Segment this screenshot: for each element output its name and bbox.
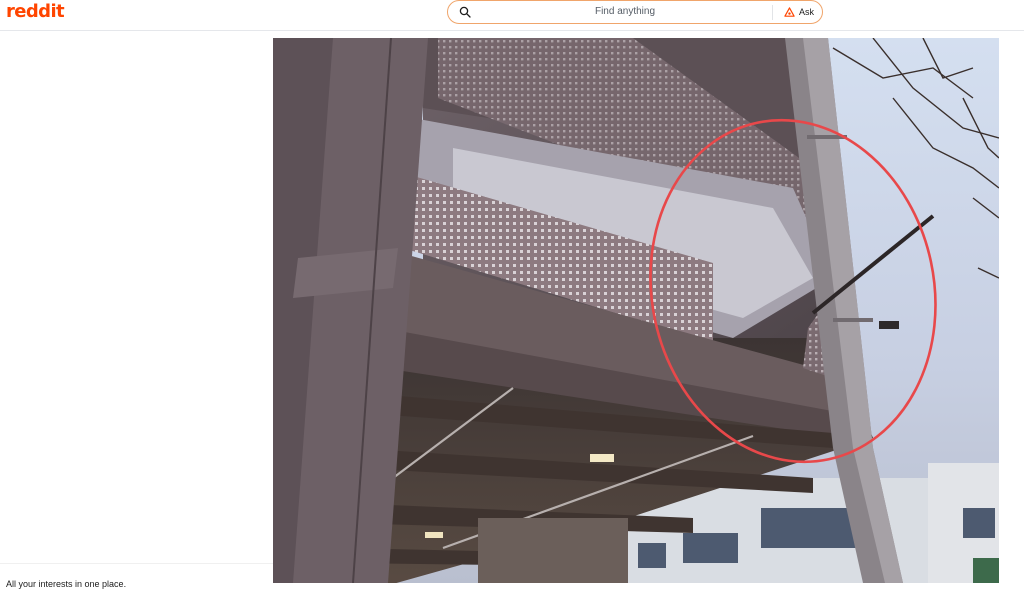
ask-button[interactable]: Ask	[784, 4, 814, 20]
parking-garage-photo	[273, 38, 999, 583]
post-image[interactable]	[273, 38, 999, 583]
ask-icon	[784, 6, 795, 17]
divider	[0, 563, 273, 564]
search-icon	[459, 6, 471, 18]
ask-label: Ask	[798, 7, 814, 17]
top-navigation-bar: reddit Find anything Ask	[0, 0, 1024, 31]
search-divider	[772, 5, 773, 20]
tagline: All your interests in one place.	[6, 579, 127, 589]
reddit-logo[interactable]: reddit	[6, 1, 65, 23]
search-bar[interactable]: Find anything Ask	[447, 0, 823, 24]
search-input[interactable]: Find anything	[488, 5, 762, 19]
